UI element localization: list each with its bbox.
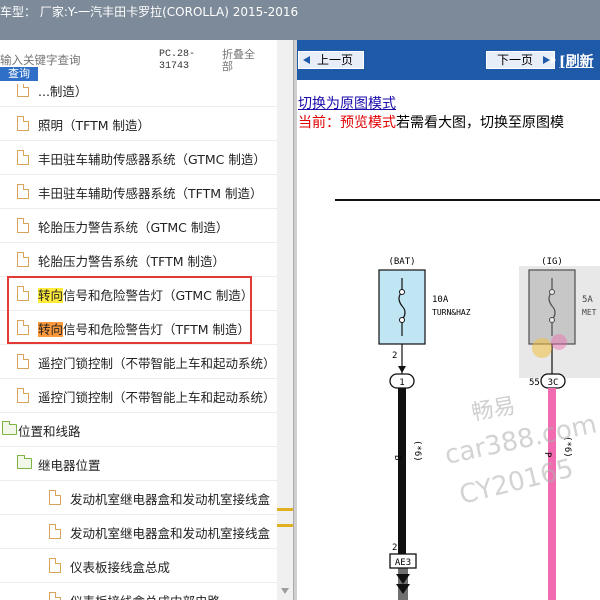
pc-code: PC.28-31743 xyxy=(159,49,196,72)
document-icon xyxy=(17,184,29,199)
search-area: PC.28-31743 折叠全部 xyxy=(0,40,293,84)
wire-right-color: P xyxy=(542,452,552,458)
tree-item-label: 继电器位置 xyxy=(38,458,101,473)
switch-original-link[interactable]: 切换为原图模式 xyxy=(298,93,396,113)
connector-3c-label: 3C xyxy=(548,378,559,388)
document-icon xyxy=(49,524,61,539)
tree-item-label: ...制造） xyxy=(38,84,88,99)
wire-left-note: (*6) xyxy=(412,440,422,462)
tree-item-label: 仪表板接线盒总成内部电路 xyxy=(70,591,220,600)
current-mode-label: 当前：预览模式 xyxy=(298,115,396,131)
document-icon xyxy=(17,252,29,267)
tree-scrollbar[interactable] xyxy=(277,40,293,600)
tree-item[interactable]: 丰田驻车辅助传感器系统（GTMC 制造） xyxy=(0,141,277,175)
tree-item-label: 轮胎压力警告系统（GTMC 制造） xyxy=(38,220,229,235)
tree-item-label: 遥控门锁控制（不带智能上车和起动系统） xyxy=(38,356,276,371)
tree-item-label: 轮胎压力警告系统（TFTM 制造） xyxy=(38,254,226,269)
wire-black xyxy=(398,388,406,560)
tree-item[interactable]: 轮胎压力警告系统（GTMC 制造） xyxy=(0,209,277,243)
ig-label: (IG) xyxy=(541,257,563,267)
document-icon xyxy=(49,490,61,505)
scroll-marker xyxy=(277,524,293,527)
folder-icon xyxy=(17,455,32,469)
folder-icon xyxy=(2,421,17,435)
tree-item-label: 丰田驻车辅助传感器系统（TFTM 制造） xyxy=(38,186,263,201)
pin-right-num: 55 xyxy=(529,378,540,388)
fuse-block-shade xyxy=(519,266,600,378)
watermark-line2: car388.com xyxy=(442,409,599,470)
document-icon xyxy=(49,558,61,573)
highlight-box xyxy=(7,276,252,344)
tree-item-label: 照明（TFTM 制造） xyxy=(38,118,150,133)
document-icon xyxy=(17,388,29,403)
tree-folder[interactable]: 位置和线路 xyxy=(0,413,277,447)
tree-item-label: 发动机室继电器盒和发动机室接线盒 xyxy=(70,526,271,541)
connector-ae3-label: AE3 xyxy=(395,558,411,568)
tree-item-label: 发动机室继电器盒和发动机室接线盒 xyxy=(70,492,271,507)
document-icon xyxy=(17,354,29,369)
search-input[interactable] xyxy=(0,52,150,68)
document-icon xyxy=(49,592,61,600)
tree-item[interactable]: 照明（TFTM 制造） xyxy=(0,107,277,141)
document-icon xyxy=(17,84,29,97)
tree-item[interactable]: 仪表板接线盒总成 xyxy=(0,549,277,583)
tree-item-label: 仪表板接线盒总成 xyxy=(70,560,171,575)
search-button[interactable]: 查询 xyxy=(0,67,38,81)
tree-item-label: 丰田驻车辅助传感器系统（GTMC 制造） xyxy=(38,152,266,167)
tree-item[interactable]: 发动机室继电器盒和发动机室接线盒 xyxy=(0,515,277,549)
tree-item[interactable]: 遥控门锁控制（不带智能上车和起动系统） xyxy=(0,345,277,379)
window-title: 车型： 厂家:Y-一汽丰田卡罗拉(COROLLA) 2015-2016 xyxy=(0,0,600,40)
scroll-down-icon[interactable] xyxy=(281,588,289,594)
pin-left-num: 2 xyxy=(392,351,397,361)
refresh-link[interactable]: [刷新 xyxy=(559,51,594,71)
tree-item[interactable]: 轮胎压力警告系统（TFTM 制造） xyxy=(0,243,277,277)
fuse1-name: TURN&HAZ xyxy=(432,308,471,317)
wire-left-color: B xyxy=(392,455,402,460)
viewer-toolbar: 上一页 下一页 [刷新 xyxy=(297,40,600,80)
bat-label: (BAT) xyxy=(388,257,415,267)
next-page-button[interactable]: 下一页 xyxy=(486,51,555,69)
viewer-content: (BAT) 10A TURN&HAZ 2 1 B (*6) 2 AE3 (IG)… xyxy=(297,80,600,600)
scroll-marker xyxy=(277,508,293,511)
tree-item[interactable]: 仪表板接线盒总成内部电路 xyxy=(0,583,277,600)
document-icon xyxy=(17,116,29,131)
tree-item[interactable]: 丰田驻车辅助传感器系统（TFTM 制造） xyxy=(0,175,277,209)
current-mode-hint: 若需看大图，切换至原图模 xyxy=(396,115,564,131)
wiring-diagram: (BAT) 10A TURN&HAZ 2 1 B (*6) 2 AE3 (IG)… xyxy=(335,199,600,600)
tree-item-label: 位置和线路 xyxy=(18,424,81,439)
fuse1-amp: 10A xyxy=(432,295,449,305)
tree-item[interactable]: ...制造） xyxy=(0,84,277,107)
watermark-line1: 畅易 xyxy=(470,394,518,426)
arrow-right-icon xyxy=(551,56,556,64)
prev-page-button[interactable]: 上一页 xyxy=(298,51,364,69)
current-mode-line: 当前：预览模式若需看大图，切换至原图模 xyxy=(298,112,564,132)
document-icon xyxy=(17,150,29,165)
tree-item[interactable]: 发动机室继电器盒和发动机室接线盒 xyxy=(0,481,277,515)
connector-1-label: 1 xyxy=(399,378,404,388)
tree-item-label: 遥控门锁控制（不带智能上车和起动系统） xyxy=(38,390,276,405)
document-icon xyxy=(17,218,29,233)
tree-item[interactable]: 遥控门锁控制（不带智能上车和起动系统） xyxy=(0,379,277,413)
tree-folder[interactable]: 继电器位置 xyxy=(0,447,277,481)
bottom-pin-num: 2 xyxy=(392,543,397,553)
fold-all-button[interactable]: 折叠全部 xyxy=(222,49,262,73)
